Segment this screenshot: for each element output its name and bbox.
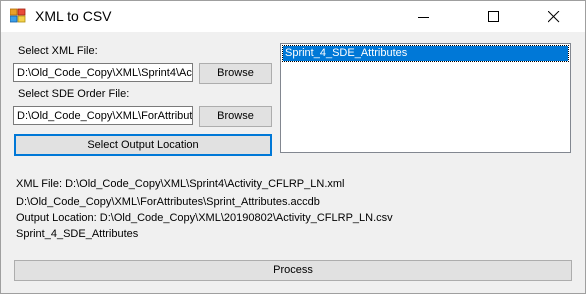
- close-button[interactable]: [531, 1, 577, 32]
- sde-file-info: D:\Old_Code_Copy\XML\ForAttributes\Sprin…: [16, 196, 320, 208]
- process-button[interactable]: Process: [14, 260, 572, 281]
- table-name-info: Sprint_4_SDE_Attributes: [16, 228, 139, 240]
- sde-file-input[interactable]: D:\Old_Code_Copy\XML\ForAttributes\Sprin…: [13, 106, 193, 125]
- xml-file-label: Select XML File:: [18, 45, 98, 57]
- minimize-icon: [418, 17, 429, 18]
- app-window: XML to CSV Select XML File: D:\Old_Code_…: [0, 0, 586, 294]
- xml-file-input[interactable]: D:\Old_Code_Copy\XML\Sprint4\Activity_CF…: [13, 63, 193, 82]
- browse-sde-button[interactable]: Browse: [199, 106, 272, 127]
- app-icon: [9, 8, 26, 24]
- select-output-location-button[interactable]: Select Output Location: [14, 134, 272, 156]
- title-bar[interactable]: XML to CSV: [1, 1, 585, 32]
- maximize-icon: [488, 11, 499, 22]
- list-item[interactable]: Sprint_4_SDE_Attributes: [282, 45, 569, 62]
- xml-file-info: XML File: D:\Old_Code_Copy\XML\Sprint4\A…: [16, 178, 345, 190]
- close-icon: [548, 11, 560, 23]
- window-title: XML to CSV: [35, 8, 112, 24]
- table-listbox[interactable]: Sprint_4_SDE_Attributes: [280, 43, 571, 153]
- maximize-button[interactable]: [471, 1, 517, 32]
- sde-file-label: Select SDE Order File:: [18, 88, 130, 100]
- minimize-button[interactable]: [401, 1, 447, 32]
- output-location-info: Output Location: D:\Old_Code_Copy\XML\20…: [16, 212, 393, 224]
- browse-xml-button[interactable]: Browse: [199, 63, 272, 84]
